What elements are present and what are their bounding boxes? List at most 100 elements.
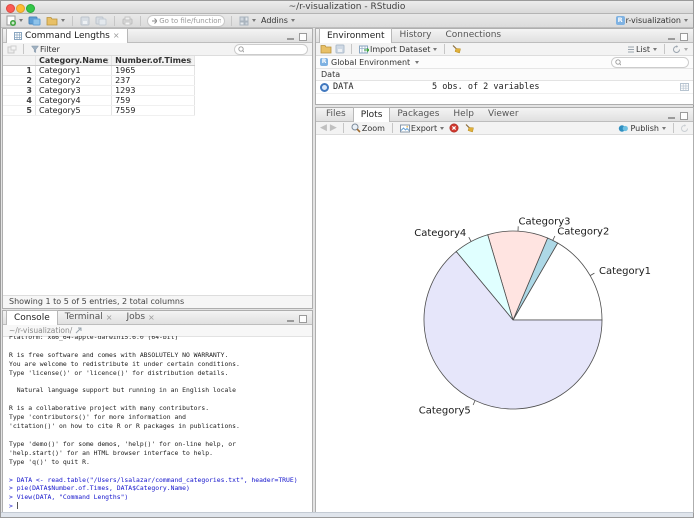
remove-plot-button[interactable] <box>448 122 460 134</box>
goto-file-box[interactable] <box>147 14 225 27</box>
zoom-plot-button[interactable]: Zoom <box>350 122 386 134</box>
table-cell: 5 <box>3 105 36 116</box>
maximize-pane-icon[interactable] <box>299 315 307 323</box>
row-number-header[interactable] <box>3 56 36 66</box>
tab-terminal[interactable]: Terminal × <box>58 311 120 324</box>
list-view-button[interactable]: List <box>626 43 658 55</box>
environment-search-box[interactable] <box>611 56 689 68</box>
filter-label: Filter <box>40 44 60 54</box>
table-row[interactable]: 1 Category1 1965 <box>3 65 196 76</box>
goto-file-icon <box>152 18 158 24</box>
new-project-button[interactable] <box>27 15 42 27</box>
tab-environment[interactable]: Environment <box>319 28 393 43</box>
console-output-line: Type 'q()' to quit R. <box>9 457 90 466</box>
pie-label-tick <box>472 400 476 406</box>
new-file-button[interactable] <box>5 15 24 27</box>
maximize-pane-icon[interactable] <box>680 112 688 120</box>
toolbar-separator <box>391 123 393 133</box>
console-output-area[interactable]: Platform: x86_64-apple-darwin15.6.0 (64-… <box>3 336 312 511</box>
save-workspace-icon[interactable] <box>335 44 345 54</box>
tab-files[interactable]: Files <box>319 108 353 121</box>
tab-console[interactable]: Console <box>6 310 58 325</box>
toolbar-separator <box>140 15 141 26</box>
table-row[interactable]: 4 Category4 759 <box>3 95 196 106</box>
publish-button[interactable]: Publish <box>617 122 667 134</box>
import-dataset-label: Import Dataset <box>370 44 431 54</box>
export-plot-button[interactable]: Export <box>399 122 445 134</box>
pie-label-Category1: Category1 <box>599 266 651 277</box>
titlebar: ~/r-visualization - RStudio <box>1 1 693 14</box>
close-tab-icon[interactable]: × <box>113 32 120 40</box>
viewer-search-box[interactable] <box>234 43 308 55</box>
plots-pane: Files Plots Packages Help Viewer ◀ ▶ Zoo… <box>315 107 694 513</box>
environment-entry-row[interactable]: DATA 5 obs. of 2 variables <box>316 81 693 94</box>
goto-file-input[interactable] <box>159 16 221 25</box>
list-view-label: List <box>636 44 650 54</box>
tab-history[interactable]: History <box>392 29 438 42</box>
filter-button[interactable]: Filter <box>30 43 61 55</box>
close-tab-icon[interactable]: × <box>106 313 113 322</box>
object-name: DATA <box>333 82 354 92</box>
load-workspace-icon[interactable] <box>320 44 332 54</box>
tab-command-lengths[interactable]: Command Lengths × <box>6 28 128 43</box>
console-output-line: Type 'license()' or 'licence()' for dist… <box>9 368 229 377</box>
tab-connections[interactable]: Connections <box>439 29 509 42</box>
open-file-button[interactable] <box>45 15 66 27</box>
clear-objects-broom-icon[interactable] <box>451 44 462 54</box>
close-tab-icon[interactable]: × <box>148 313 155 322</box>
console-command-line: > pie(DATA$Number.of.Times, DATA$Categor… <box>9 484 190 493</box>
tab-jobs[interactable]: Jobs × <box>119 311 161 324</box>
pane-layout-button[interactable] <box>238 15 257 27</box>
viewer-search-input[interactable] <box>246 45 304 53</box>
minimize-pane-icon[interactable] <box>668 38 675 40</box>
viewer-status-text: Showing 1 to 5 of 5 entries, 2 total col… <box>3 295 312 308</box>
print-icon <box>122 16 133 25</box>
table-row[interactable]: 2 Category2 237 <box>3 75 196 86</box>
list-view-caret-icon <box>653 47 657 51</box>
console-output: Platform: x86_64-apple-darwin15.6.0 (64-… <box>9 336 312 511</box>
view-table-icon[interactable] <box>680 83 689 91</box>
goto-directory-icon[interactable] <box>75 327 82 334</box>
table-cell: Category4 <box>35 95 113 106</box>
save-icon <box>80 16 90 25</box>
clear-all-plots-button[interactable] <box>463 122 476 134</box>
table-row[interactable]: 3 Category3 1293 <box>3 85 196 96</box>
table-row[interactable]: 5 Category5 7559 <box>3 105 196 116</box>
pane-buttons <box>668 112 688 120</box>
window-title: ~/r-visualization - RStudio <box>288 2 406 12</box>
table-cell: 1965 <box>111 65 196 76</box>
list-icon <box>628 46 635 53</box>
addins-caret-icon <box>290 19 295 22</box>
toolbar-separator <box>231 15 232 26</box>
minimize-pane-icon[interactable] <box>668 117 675 119</box>
tab-viewer[interactable]: Viewer <box>481 108 526 121</box>
console-cursor[interactable] <box>16 502 18 510</box>
toolbar-separator <box>23 44 24 54</box>
table-cell: Category1 <box>35 65 113 76</box>
tab-packages[interactable]: Packages <box>390 108 446 121</box>
pane-layout-caret-icon <box>252 19 256 22</box>
maximize-pane-icon[interactable] <box>299 33 307 41</box>
minimize-pane-icon[interactable] <box>287 38 294 40</box>
scope-caret-icon <box>415 60 420 64</box>
project-menu-button[interactable]: R r-visualization <box>615 15 689 27</box>
column-header-times[interactable]: Number.of.Times <box>111 56 196 66</box>
import-dataset-button[interactable]: Import Dataset <box>358 43 438 55</box>
environment-scope-bar: R Global Environment <box>316 56 693 69</box>
minimize-pane-icon[interactable] <box>287 320 294 322</box>
maximize-pane-icon[interactable] <box>680 33 688 41</box>
working-directory-label: ~/r-visualization/ <box>9 326 73 335</box>
environment-search-input[interactable] <box>623 58 685 66</box>
tab-plots[interactable]: Plots <box>352 107 391 122</box>
table-cell: 7559 <box>111 105 196 116</box>
table-cell: 4 <box>3 95 36 106</box>
tab-help[interactable]: Help <box>446 108 481 121</box>
scope-selector[interactable]: Global Environment <box>331 58 410 67</box>
table-cell: 1293 <box>111 85 196 96</box>
table-cell: 237 <box>111 75 196 86</box>
refresh-environment-button[interactable] <box>671 43 689 55</box>
data-table-body: 1 Category1 1965 2 Category2 237 3 Category3 129… <box>3 65 196 116</box>
column-header-name[interactable]: Category.Name <box>35 56 113 66</box>
addins-button[interactable]: Addins <box>260 15 296 27</box>
